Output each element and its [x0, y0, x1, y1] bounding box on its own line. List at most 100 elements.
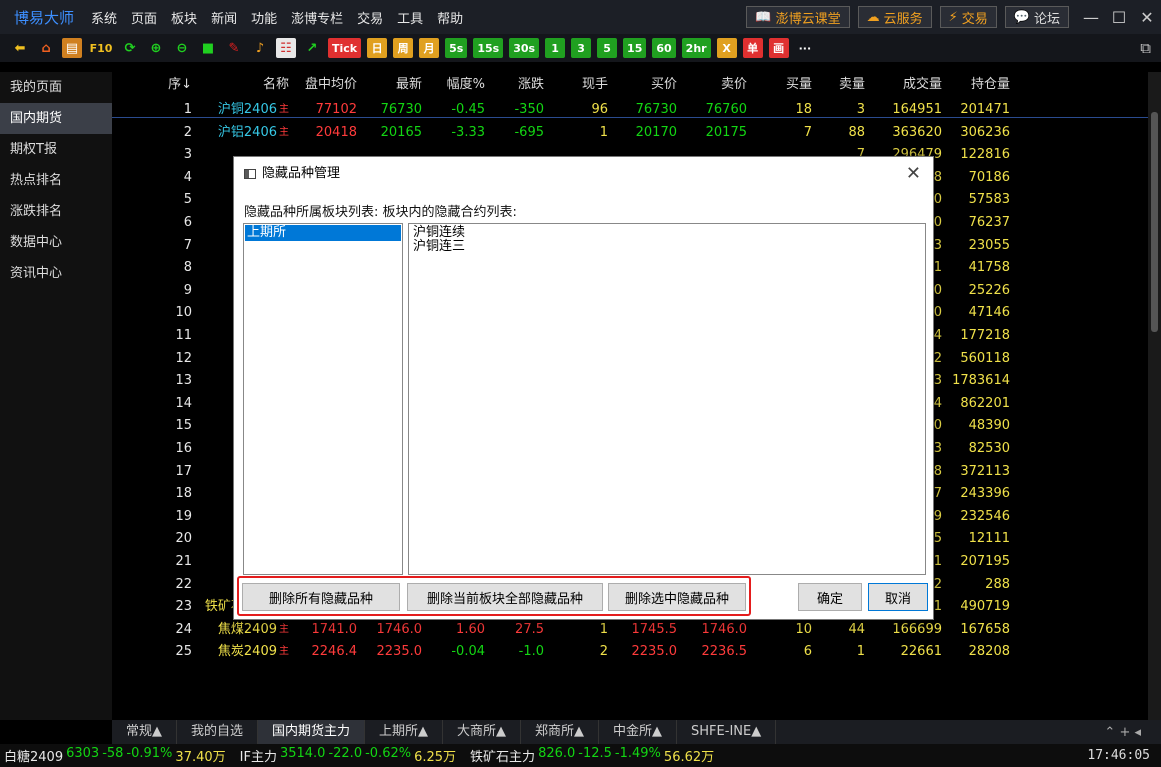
service-label: 云服务: [883, 11, 923, 27]
menu-item-8[interactable]: 帮助: [430, 8, 470, 27]
chart-icon[interactable]: ↗: [302, 38, 322, 58]
period-button-1[interactable]: 日: [367, 38, 388, 58]
period-button-14[interactable]: 单: [742, 38, 763, 58]
dialog-title: 隐藏品种管理: [262, 166, 341, 181]
ticker-name[interactable]: 白糖2409: [4, 746, 63, 765]
sheet-tab-4[interactable]: 大商所▲: [443, 720, 522, 744]
cell-text: 12111: [968, 531, 1010, 547]
app-logo: 博易大师: [14, 8, 75, 27]
sheet-tab-1[interactable]: 我的自选: [177, 720, 259, 744]
service-button-2[interactable]: ⚡ 交易: [939, 6, 997, 28]
sheet-tab-6[interactable]: 中金所▲: [599, 720, 678, 744]
service-button-3[interactable]: 💬 论坛: [1004, 6, 1069, 28]
remove-selected-button[interactable]: 删除选中隐藏品种: [608, 583, 746, 611]
cancel-button[interactable]: 取消: [868, 583, 928, 611]
status-bar: 白糖2409 6303 -58 -0.91% 37.40万 IF主力 3514.0 -22.0…: [0, 744, 1161, 767]
maximize-icon[interactable]: ☐: [1105, 8, 1133, 27]
refresh-icon[interactable]: ⟳: [120, 38, 140, 58]
column-header-av[interactable]: 卖量: [785, 72, 865, 98]
table-row[interactable]: 25 焦炭2409 主 2246.4 2235.0 -0.04 -1.0 2 2235.0 223…: [112, 641, 1148, 664]
back-icon[interactable]: ⬅: [10, 38, 30, 58]
zoom-in-icon[interactable]: ⊕: [146, 38, 166, 58]
period-button-9[interactable]: 5: [597, 38, 618, 58]
period-button-10[interactable]: 15: [623, 38, 647, 58]
period-button-7[interactable]: 1: [545, 38, 566, 58]
block-list[interactable]: 上期所: [243, 223, 403, 575]
pen-icon[interactable]: ✎: [224, 38, 244, 58]
table-row[interactable]: 24 焦煤2409 主 1741.0 1746.0 1.60 27.5 1 1745.5 1746…: [112, 619, 1148, 642]
dialog-caption: 隐藏品种所属板块列表: 板块内的隐藏合约列表:: [244, 205, 517, 220]
period-button-2[interactable]: 周: [393, 38, 414, 58]
period-button-0[interactable]: Tick: [328, 38, 362, 58]
period-button-5[interactable]: 15s: [473, 38, 504, 58]
sheet-tab-3[interactable]: 上期所▲: [365, 720, 444, 744]
menu-list: 系统 页面 板块 新闻 功能 澎博专栏 交易 工具 帮助: [84, 8, 470, 27]
period-button-12[interactable]: 2hr: [681, 38, 711, 58]
service-icon: 💬: [1013, 9, 1030, 25]
ticker-volume: 37.40万: [175, 750, 226, 765]
column-header-bid[interactable]: 买价: [597, 72, 677, 98]
block-icon[interactable]: ■: [198, 38, 218, 58]
menu-item-5[interactable]: 澎博专栏: [284, 8, 350, 27]
sheet-tab-0[interactable]: 常规▲: [112, 720, 177, 744]
cell-oi: 306236: [890, 122, 1010, 144]
menu-item-0[interactable]: 系统: [84, 8, 124, 27]
cell-text: 76237: [968, 215, 1010, 230]
f10-icon[interactable]: F10: [88, 38, 114, 58]
bell-icon[interactable]: ♪: [250, 38, 270, 58]
period-button-3[interactable]: 月: [419, 38, 440, 58]
service-icon: 📖: [755, 9, 772, 25]
menu-item-2[interactable]: 板块: [164, 8, 204, 27]
vertical-scrollbar[interactable]: [1148, 72, 1161, 720]
column-header-oi[interactable]: 持仓量: [930, 72, 1010, 98]
zoom-out-icon[interactable]: ⊖: [172, 38, 192, 58]
remove-all-button[interactable]: 删除所有隐藏品种: [242, 583, 400, 611]
menu-item-6[interactable]: 交易: [350, 8, 390, 27]
contract-list-item[interactable]: 沪铜连续: [413, 226, 921, 240]
tab-nav-controls[interactable]: ⌃ + ◂: [1104, 725, 1161, 740]
clock: 17:46:05: [1087, 748, 1150, 763]
note-icon[interactable]: ▤: [62, 38, 82, 58]
minimize-icon[interactable]: —: [1077, 8, 1105, 27]
table-row[interactable]: 1 沪铜2406 主 77102 76730 -0.45 -350 96 76730 76760 1…: [112, 99, 1148, 122]
table-icon[interactable]: ☷: [276, 38, 296, 58]
cell-oi: 28208: [890, 641, 1010, 663]
menu-item-4[interactable]: 功能: [244, 8, 284, 27]
ok-button[interactable]: 确定: [798, 583, 862, 611]
ticker-name[interactable]: IF主力: [240, 746, 277, 765]
block-list-item[interactable]: 上期所: [245, 225, 401, 241]
menu-item-3[interactable]: 新闻: [204, 8, 244, 27]
close-icon[interactable]: ✕: [906, 157, 921, 191]
ticker-percent: -0.62%: [365, 746, 412, 761]
column-header-hand[interactable]: 现手: [528, 72, 608, 98]
cell-text: 23055: [968, 237, 1010, 253]
cell-text: 28208: [968, 644, 1010, 660]
table-row[interactable]: 2 沪铝2406 主 20418 20165 -3.33 -695 1 20170 20175 7 8…: [112, 122, 1148, 145]
close-window-icon[interactable]: ✕: [1133, 8, 1161, 27]
period-button-4[interactable]: 5s: [445, 38, 468, 58]
menu-item-1[interactable]: 页面: [124, 8, 164, 27]
ticker-price: 826.0: [538, 746, 576, 761]
contract-list[interactable]: 沪铜连续 沪铜连三: [408, 223, 926, 575]
float-window-icon[interactable]: ⧉: [1140, 39, 1151, 57]
period-button-11[interactable]: 60: [652, 38, 676, 58]
remove-block-button[interactable]: 删除当前板块全部隐藏品种: [407, 583, 603, 611]
sheet-tab-7[interactable]: SHFE-INE▲: [677, 720, 777, 744]
ticker-price: 3514.0: [279, 746, 326, 761]
scrollbar-thumb[interactable]: [1151, 112, 1158, 332]
dialog-titlebar[interactable]: 隐藏品种管理 ✕: [234, 157, 933, 191]
column-header-seq[interactable]: 序↓: [112, 72, 192, 98]
period-button-8[interactable]: 3: [571, 38, 592, 58]
service-button-0[interactable]: 📖 澎博云课堂: [746, 6, 850, 28]
contract-list-item[interactable]: 沪铜连三: [413, 240, 921, 254]
period-button-16[interactable]: ···: [795, 38, 816, 58]
period-button-6[interactable]: 30s: [509, 38, 540, 58]
period-button-13[interactable]: X: [716, 38, 737, 58]
period-button-15[interactable]: 画: [768, 38, 789, 58]
home-icon[interactable]: ⌂: [36, 38, 56, 58]
sheet-tab-5[interactable]: 郑商所▲: [521, 720, 600, 744]
ticker-name[interactable]: 铁矿石主力: [470, 746, 535, 765]
service-button-1[interactable]: ☁ 云服务: [857, 6, 932, 28]
sheet-tab-2[interactable]: 国内期货主力: [258, 720, 366, 744]
menu-item-7[interactable]: 工具: [390, 8, 430, 27]
